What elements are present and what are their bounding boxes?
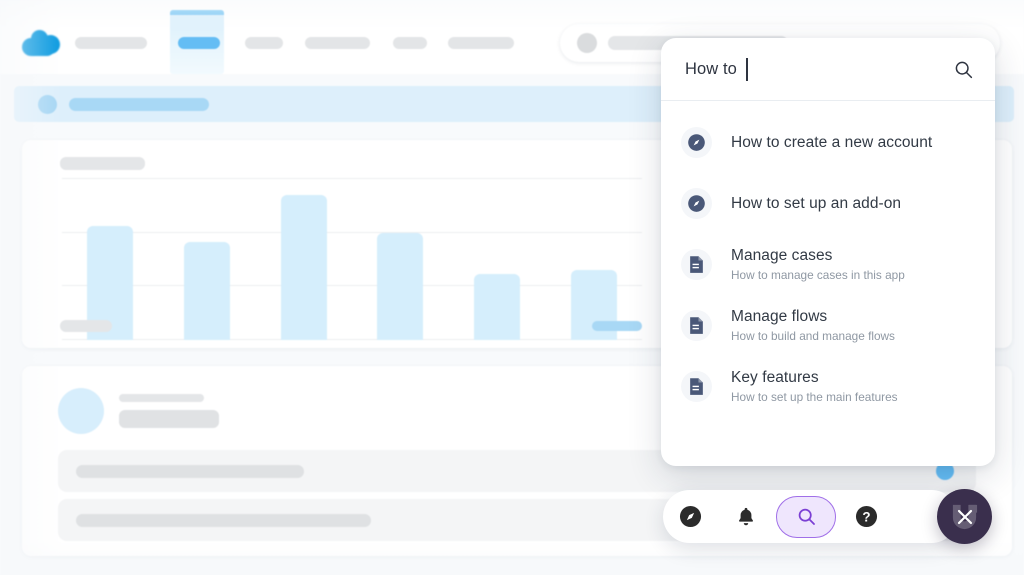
profile-title-placeholder bbox=[119, 410, 219, 428]
search-result-text: Key features How to set up the main featu… bbox=[731, 368, 898, 404]
nav-item-2-active[interactable] bbox=[178, 37, 220, 49]
search-input[interactable] bbox=[683, 38, 933, 101]
avatar bbox=[58, 388, 104, 434]
dock-search-button[interactable] bbox=[776, 495, 836, 538]
banner-icon bbox=[38, 95, 57, 114]
compass-icon bbox=[681, 127, 712, 158]
search-result-title: Key features bbox=[731, 369, 819, 387]
compass-icon bbox=[688, 134, 705, 151]
chart-gridline bbox=[62, 285, 642, 286]
compass-icon bbox=[679, 505, 702, 528]
nav-item-6[interactable] bbox=[448, 37, 514, 49]
document-icon bbox=[690, 317, 703, 334]
nav-item-1[interactable] bbox=[75, 37, 147, 49]
search-result-title: How to set up an add-on bbox=[731, 194, 902, 212]
search-result-text: How to create a new account bbox=[731, 133, 932, 152]
help-search-panel: How to create a new account How to set up… bbox=[661, 38, 995, 466]
close-button[interactable] bbox=[937, 489, 992, 544]
active-tab-indicator bbox=[170, 10, 224, 15]
help-search-field[interactable] bbox=[661, 38, 995, 101]
document-icon bbox=[690, 378, 703, 395]
compass-icon bbox=[688, 195, 705, 212]
search-result-text: How to set up an add-on bbox=[731, 194, 901, 213]
profile-subtitle-placeholder bbox=[119, 394, 204, 402]
search-icon[interactable] bbox=[953, 59, 974, 80]
chart-gridline bbox=[62, 178, 642, 179]
document-icon bbox=[681, 249, 712, 280]
chart-gridline bbox=[62, 232, 642, 233]
list-row-2-label-placeholder bbox=[76, 514, 371, 527]
help-widget-dock: ? bbox=[663, 490, 958, 543]
search-results-list: How to create a new account How to set up… bbox=[661, 101, 995, 417]
chart-title-placeholder bbox=[60, 157, 145, 170]
banner-text-placeholder bbox=[69, 98, 209, 111]
search-result-title: Manage cases bbox=[731, 247, 833, 265]
chart-gridline bbox=[62, 339, 642, 340]
dock-compass-button[interactable] bbox=[663, 490, 718, 543]
nav-item-4[interactable] bbox=[305, 37, 370, 49]
nav-item-3[interactable] bbox=[245, 37, 283, 49]
svg-text:?: ? bbox=[862, 509, 870, 524]
search-result-item[interactable]: How to set up an add-on bbox=[661, 173, 995, 234]
chart-bar bbox=[184, 242, 230, 340]
search-result-subtitle: How to build and manage flows bbox=[731, 328, 895, 343]
bell-icon bbox=[738, 507, 753, 526]
search-result-title: How to create a new account bbox=[731, 133, 933, 151]
search-result-text: Manage flows How to build and manage flow… bbox=[731, 307, 895, 343]
nav-item-5[interactable] bbox=[393, 37, 427, 49]
document-icon bbox=[681, 371, 712, 402]
search-result-title: Manage flows bbox=[731, 308, 828, 326]
dock-help-button[interactable]: ? bbox=[839, 490, 894, 543]
search-result-subtitle: How to set up the main features bbox=[731, 389, 898, 404]
chart-bar bbox=[377, 233, 423, 340]
search-result-item[interactable]: How to create a new account bbox=[661, 112, 995, 173]
list-row-1-label-placeholder bbox=[76, 465, 304, 478]
search-result-text: Manage cases How to manage cases in this … bbox=[731, 246, 905, 282]
chart-bar bbox=[281, 195, 327, 340]
question-mark-icon: ? bbox=[855, 505, 878, 528]
chart-footer-placeholder bbox=[60, 320, 112, 332]
dock-notifications-button[interactable] bbox=[718, 490, 773, 543]
search-icon bbox=[798, 508, 815, 525]
search-result-item[interactable]: Key features How to set up the main featu… bbox=[661, 356, 995, 417]
cloud-logo-icon[interactable] bbox=[22, 30, 62, 56]
compass-icon bbox=[681, 188, 712, 219]
chart-legend-placeholder bbox=[592, 321, 642, 331]
search-result-item[interactable]: Manage cases How to manage cases in this … bbox=[661, 234, 995, 295]
search-result-subtitle: How to manage cases in this app bbox=[731, 267, 905, 282]
chart-bar bbox=[474, 274, 520, 340]
close-icon bbox=[957, 509, 972, 524]
app-search-avatar bbox=[577, 33, 597, 53]
document-icon bbox=[681, 310, 712, 341]
text-cursor bbox=[746, 58, 748, 81]
bar-chart bbox=[62, 178, 642, 340]
document-icon bbox=[690, 256, 703, 273]
search-result-item[interactable]: Manage flows How to build and manage flow… bbox=[661, 295, 995, 356]
